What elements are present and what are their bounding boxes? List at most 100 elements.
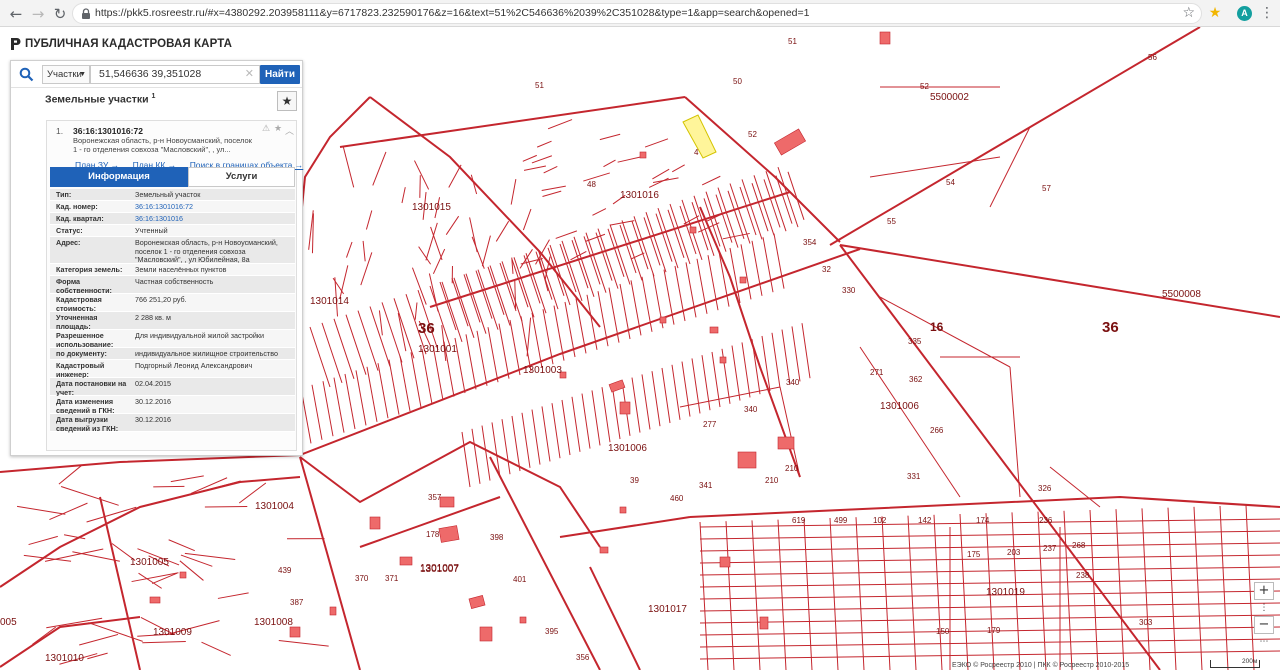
star-icon[interactable]: ★ <box>274 124 282 134</box>
reload-icon[interactable]: ↻ <box>50 4 70 24</box>
parcel-label: 357 <box>428 493 442 502</box>
info-row-value: 2 288 кв. м <box>135 313 171 322</box>
search-input[interactable]: 51,546636 39,351028 ✕ <box>90 65 260 84</box>
quarter-label: 1301003 <box>523 365 562 376</box>
info-row-key: Тип: <box>56 190 72 199</box>
chevron-up-icon[interactable]: ︿ <box>285 124 294 137</box>
parcel-label: 236 <box>1039 516 1053 525</box>
parcel-label: 277 <box>703 420 717 429</box>
quarter-label: 1301004 <box>255 501 294 512</box>
map-copyright: ЕЭКО © Росреестр 2010 | ПКК © Росреестр … <box>952 662 1130 669</box>
info-row: Кад. номер: 36:16:1301016:72 <box>50 201 295 213</box>
info-row-value: Земельный участок <box>135 190 201 199</box>
parcel-label: 39 <box>630 476 639 485</box>
quarter-label: 1301016 <box>620 190 659 201</box>
info-row-key: Кадастровый инженер: <box>56 361 105 379</box>
parcel-label: 175 <box>967 550 981 559</box>
search-icon[interactable] <box>19 67 34 82</box>
favorite-star-icon[interactable]: ★ <box>277 91 297 111</box>
parcel-label: 56 <box>1148 53 1157 62</box>
clear-icon[interactable]: ✕ <box>245 66 254 83</box>
zone-label: 5500002 <box>930 92 969 103</box>
scale-label: 200м <box>1242 658 1258 665</box>
parcel-label: 303 <box>1139 618 1153 627</box>
parcel-label: 341 <box>699 481 713 490</box>
building <box>619 506 627 514</box>
zoom-in-button[interactable]: + <box>1254 582 1274 600</box>
parcel-label: 619 <box>792 516 806 525</box>
rosreestr-logo-icon <box>11 38 21 50</box>
building <box>879 31 891 45</box>
find-button[interactable]: Найти <box>260 65 300 84</box>
info-row: Дата постановки на учет: 02.04.2015 <box>50 378 295 396</box>
tab-information[interactable]: Информация <box>50 167 188 187</box>
address-bar[interactable]: https://pkk5.rosreestr.ru/#x=4380292.203… <box>72 3 1202 24</box>
info-row-key: Разрешенное использование: <box>56 331 114 349</box>
url-text: https://pkk5.rosreestr.ru/#x=4380292.203… <box>95 7 810 19</box>
extension-star-icon[interactable]: ★ <box>1207 5 1223 21</box>
info-row-value: Земли населённых пунктов <box>135 265 227 274</box>
info-row-key: Уточненная площадь: <box>56 313 98 331</box>
parcel-label: 356 <box>576 653 590 662</box>
info-row-value: 766 251,20 руб. <box>135 295 187 304</box>
parcel-label: 178 <box>426 530 440 539</box>
building <box>479 626 493 642</box>
quarter-label: 005 <box>0 617 17 628</box>
info-row: Форма собственности: Частная собственност… <box>50 276 295 294</box>
building <box>329 606 337 616</box>
quarter-label: 1301010 <box>45 653 84 664</box>
info-row-key: Категория земель: <box>56 265 123 274</box>
info-row: Кадастровый инженер: Подгорный Леонид Але… <box>50 360 295 378</box>
info-row: Категория земель: Земли населённых пункто… <box>50 264 295 276</box>
info-row-key: Кадастровая стоимость: <box>56 295 102 313</box>
profile-avatar[interactable]: A <box>1237 6 1252 21</box>
building <box>659 316 667 324</box>
parcel-label: 54 <box>946 178 955 187</box>
parcel-label: 4 <box>694 148 699 157</box>
warning-icon[interactable]: ⚠ <box>262 124 270 134</box>
zoom-out-button[interactable]: − <box>1254 616 1274 634</box>
quarter-label: 1301019 <box>986 587 1025 598</box>
bookmark-star-icon[interactable]: ☆ <box>1182 5 1195 21</box>
info-row: Тип: Земельный участок <box>50 189 295 201</box>
back-arrow-icon[interactable]: ← <box>6 4 26 24</box>
building <box>149 596 161 604</box>
browser-menu-icon[interactable]: ⋮ <box>1260 3 1274 23</box>
parcel-label: 51 <box>788 37 797 46</box>
building <box>773 128 807 156</box>
parcel-label: 32 <box>822 265 831 274</box>
forward-arrow-icon[interactable]: → <box>28 4 48 24</box>
parcel-label: 499 <box>834 516 848 525</box>
search-type-select[interactable]: Участки ▼ <box>42 65 90 84</box>
parcel-label: 371 <box>385 574 399 583</box>
info-row-key: Дата изменения сведений в ГКН: <box>56 397 115 415</box>
info-row-value[interactable]: 36:16:1301016 <box>135 214 293 224</box>
info-row-value: Подгорный Леонид Александрович <box>135 361 253 370</box>
info-row-value: 30.12.2016 <box>135 397 171 406</box>
parcel-label: 210 <box>765 476 779 485</box>
parcel-label: 395 <box>545 627 559 636</box>
info-row-key: Форма собственности: <box>56 277 112 295</box>
zoom-levels-icon[interactable]: ⋯ <box>1254 636 1274 648</box>
parcel-label: 210 <box>785 464 799 473</box>
zone-label: 5500008 <box>1162 289 1201 300</box>
parcel-label: 271 <box>870 368 884 377</box>
zoom-levels-icon[interactable]: ⋮ <box>1254 602 1274 614</box>
quarter-label: 1301006 <box>880 401 919 412</box>
search-query-text: 51,546636 39,351028 <box>99 68 202 80</box>
tab-services[interactable]: Услуги <box>188 167 295 187</box>
info-row: Дата выгрузки сведений из ГКН: 30.12.2016 <box>50 414 295 432</box>
result-cadastral-number[interactable]: 36:16:1301016:72 <box>73 126 143 136</box>
parcel-label: 354 <box>803 238 817 247</box>
parcel-label: 52 <box>920 82 929 91</box>
results-section-title: Земельные участки 1 <box>45 93 155 106</box>
info-row-value[interactable]: 36:16:1301016:72 <box>135 202 293 212</box>
building <box>689 226 697 234</box>
page-title: ПУБЛИЧНАЯ КАДАСТРОВАЯ КАРТА <box>25 38 232 50</box>
info-table: Тип: Земельный участок Кад. номер: 36:16:13… <box>50 189 295 432</box>
info-row-key: Статус: <box>56 226 83 235</box>
search-type-label: Участки <box>47 69 82 80</box>
search-panel: Участки ▼ 51,546636 39,351028 ✕ Найти Зе… <box>10 60 303 456</box>
building <box>369 516 381 530</box>
building <box>739 276 747 284</box>
